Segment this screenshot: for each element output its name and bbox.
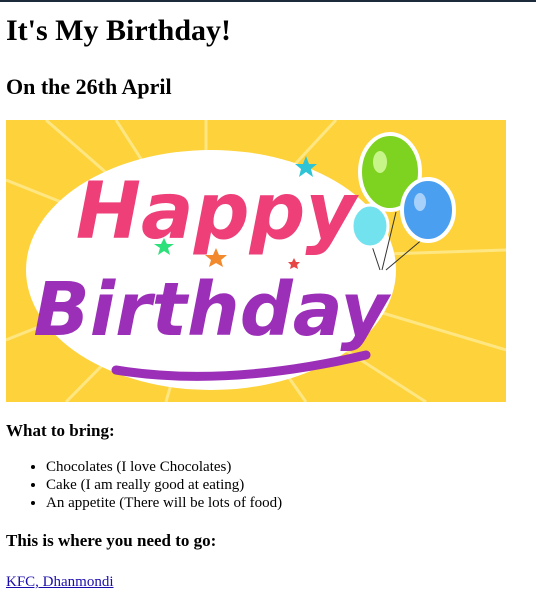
list-item: Cake (I am really good at eating) <box>46 476 528 494</box>
banner-birthday-text: Birthday <box>33 267 391 353</box>
bring-list: Chocolates (I love Chocolates) Cake (I a… <box>8 458 528 512</box>
page-content: It's My Birthday! On the 26th April Happ… <box>0 14 536 591</box>
banner-happy-text: Happy <box>76 167 360 257</box>
happy-birthday-banner: Happy Birthday <box>6 120 506 402</box>
location-link[interactable]: KFC, Dhanmondi <box>6 574 114 591</box>
page-title: It's My Birthday! <box>6 14 231 47</box>
where-heading: This is where you need to go: <box>6 531 217 550</box>
list-item: Chocolates (I love Chocolates) <box>46 458 528 476</box>
date-heading: On the 26th April <box>6 74 172 99</box>
list-item: An appetite (There will be lots of food) <box>46 494 528 512</box>
bring-heading: What to bring: <box>6 421 115 440</box>
